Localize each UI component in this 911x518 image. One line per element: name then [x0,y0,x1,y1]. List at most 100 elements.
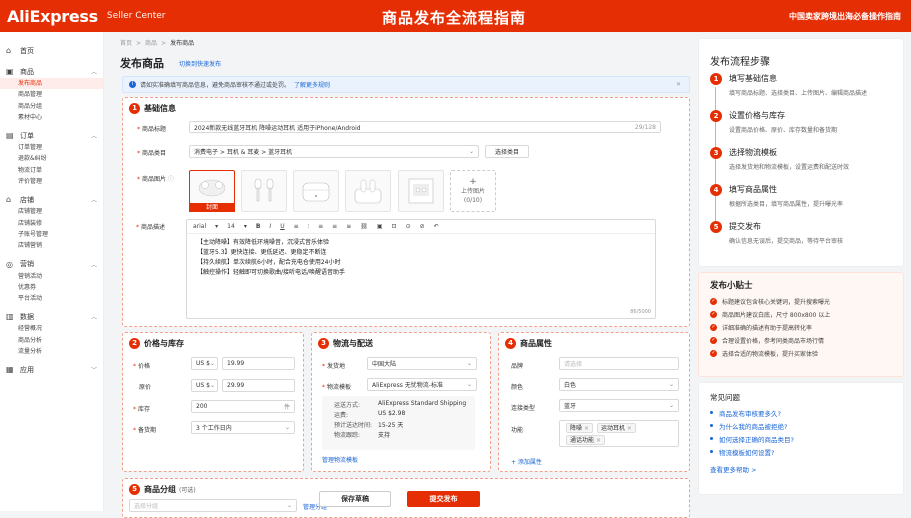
sidebar-item-home[interactable]: ⌂ 首页 [0,44,103,57]
quick-publish-link[interactable]: 切换到快速发布 [179,59,221,68]
tag-remove-icon[interactable]: × [627,425,632,432]
sidebar-item-sub-accounts[interactable]: 子账号管理 [0,229,103,240]
product-image-4[interactable] [345,170,391,212]
description-text[interactable]: 【主动降噪】有效降低环境噪音，沉浸式音乐体验 【蓝牙5.3】更快连接、更低延迟、… [187,234,655,282]
help-icon[interactable]: ⓘ [166,176,174,183]
faq-link[interactable]: 为什么我的商品被拒绝? [710,419,903,432]
manage-shipping-templates-link[interactable]: 管理物流模板 [322,455,358,464]
ship-from-select[interactable]: 中国大陆 ⌄ [367,357,477,370]
sidebar-item-store-management[interactable]: 店铺管理 [0,206,103,217]
chevron-up-icon: ︿ [90,197,97,205]
chevron-up-icon: ︿ [90,69,97,76]
sidebar-item-traffic-analysis[interactable]: 流量分析 [0,346,103,357]
submit-button[interactable]: 提交发布 [407,491,480,507]
faq-link[interactable]: 商品发布审核要多久? [710,406,903,419]
faq-link[interactable]: 物流模板如何设置? [710,445,903,458]
sidebar-item-product-analysis[interactable]: 商品分析 [0,335,103,346]
price-currency-select[interactable]: US $ ⌄ [191,357,218,370]
sidebar-item-coupons[interactable]: 优惠券 [0,282,103,293]
sidebar-item-refunds[interactable]: 退款&纠纷 [0,153,103,164]
more-help-link[interactable]: 查看更多帮助 > [710,462,903,475]
save-draft-button[interactable]: 保存草稿 [319,491,391,507]
category-select[interactable]: 消费电子 > 耳机 & 耳麦 > 蓝牙耳机 ⌄ [189,145,479,158]
product-image-1[interactable]: 封面 [189,170,235,212]
sidebar-group-products[interactable]: ▣ 商品 ︿ [0,65,103,78]
original-price-input[interactable]: 29.99 [222,379,295,392]
tag-remove-icon[interactable]: × [584,425,589,432]
italic-icon[interactable]: I [269,223,271,230]
undo-icon[interactable]: ↶ [434,223,439,230]
color-select[interactable]: 白色 ⌄ [559,378,679,391]
chevron-down-icon: ⌄ [466,381,472,388]
handling-time-select[interactable]: 3 个工作日内 ⌄ [191,421,295,434]
chevron-up-icon: ︿ [90,261,97,269]
sidebar-item-product-management[interactable]: 商品管理 [0,89,103,100]
flow-step-1: 1 填写基础信息 填写商品标题、选择类目、上传图片、编辑商品描述 [710,73,867,97]
add-attribute-link[interactable]: + 添加属性 [511,457,542,466]
upload-image-button[interactable]: + 上传图片 (0/10) [450,170,496,212]
sidebar-item-store-decoration[interactable]: 店铺装修 [0,218,103,229]
sidebar-item-logistics-orders[interactable]: 物流订单 [0,165,103,176]
brand-select[interactable]: 请选择 [559,357,679,370]
link-icon[interactable]: ⛓ [360,223,368,230]
sidebar-group-store[interactable]: ⌂ 店铺 ︿ [0,193,103,206]
faq-link[interactable]: 如何选择正确的商品类目? [710,432,903,445]
sidebar-item-overview[interactable]: 经营概况 [0,323,103,334]
sidebar-item-platform-events[interactable]: 平台活动 [0,293,103,304]
sidebar-group-orders[interactable]: ▤ 订单 ︿ [0,129,103,142]
sidebar-group-apps[interactable]: ▦ 应用 ﹀ [0,363,103,376]
tag-remove-icon[interactable]: × [596,437,601,444]
products-icon: ▣ [6,67,14,76]
emoji-icon[interactable]: ⊙ [406,223,411,230]
charging-case-image [302,182,330,202]
clear-format-icon[interactable]: ⊘ [420,223,425,230]
sidebar-group-data[interactable]: ▥ 数据 ︿ [0,310,103,323]
close-icon[interactable]: ✕ [676,81,681,88]
tip-item: ✓ 合理设置价格，参考同类商品市场行情 [710,337,825,345]
underline-icon[interactable]: U [280,223,284,230]
chevron-down-icon: ﹀ [90,367,97,375]
sidebar-item-publish-product[interactable]: 发布商品 [0,78,103,90]
sidebar-item-campaigns[interactable]: 营销活动 [0,271,103,282]
stock-input[interactable]: 200 件 [191,400,295,413]
sidebar-item-store-marketing[interactable]: 店铺营销 [0,240,103,251]
sidebar-item-product-groups[interactable]: 商品分组 [0,101,103,112]
breadcrumb-products[interactable]: 商品 [145,40,157,47]
product-group-select[interactable]: 选择分组 ⌄ [129,499,297,512]
breadcrumb-home[interactable]: 首页 [120,40,132,47]
align-icon[interactable]: ≡ [294,223,299,230]
video-icon[interactable]: ⊡ [392,223,397,230]
justify-icon[interactable]: ≡ [346,223,351,230]
page-title: 发布商品 [120,57,164,70]
list-icon[interactable]: ⫶ [308,223,310,231]
chevron-down-icon: ▾ [215,223,219,230]
stock-unit: 件 [283,404,290,411]
function-tags-input[interactable]: 降噪 × 运动耳机 × 通话功能 × [559,420,679,447]
breadcrumb-current: 发布商品 [170,40,195,47]
connection-type-select[interactable]: 蓝牙 ⌄ [559,399,679,412]
description-editor[interactable]: arial ▾ 14 ▾ B I U ≡ ⫶ ≡ ≡ ≡ ⛓ ▣ ⊡ ⊙ ⊘ ↶… [186,219,656,319]
select-category-button[interactable]: 选择类目 [485,145,529,158]
price-input[interactable]: 19.99 [222,357,295,370]
marketing-icon: ◎ [6,259,13,269]
original-price-currency-select[interactable]: US $ ⌄ [191,379,218,392]
aliexpress-logo[interactable]: AliExpress [7,7,98,26]
product-image-5[interactable] [398,170,444,212]
sidebar-group-marketing[interactable]: ◎ 营销 ︿ [0,258,103,271]
indent-icon[interactable]: ≡ [318,223,323,230]
bold-icon[interactable]: B [256,223,261,230]
sidebar-item-reviews[interactable]: 评价管理 [0,176,103,187]
shipping-template-select[interactable]: AliExpress 无忧物流-标准 ⌄ [367,378,477,391]
rules-link[interactable]: 了解更多规则 [294,80,330,89]
product-image-2[interactable] [241,170,287,212]
tag-sport: 运动耳机 × [596,423,636,433]
font-size-select[interactable]: 14 [227,223,235,230]
image-icon[interactable]: ▣ [377,223,383,230]
product-image-3[interactable] [293,170,339,212]
step-number-badge: 5 [129,484,140,495]
sidebar-item-order-management[interactable]: 订单管理 [0,142,103,153]
outdent-icon[interactable]: ≡ [332,223,337,230]
product-title-input[interactable]: 2024新款无线蓝牙耳机 降噪运动耳机 适用于iPhone/Android 29/… [189,121,661,133]
font-family-select[interactable]: arial [193,223,206,230]
sidebar-item-assets[interactable]: 素材中心 [0,112,103,123]
